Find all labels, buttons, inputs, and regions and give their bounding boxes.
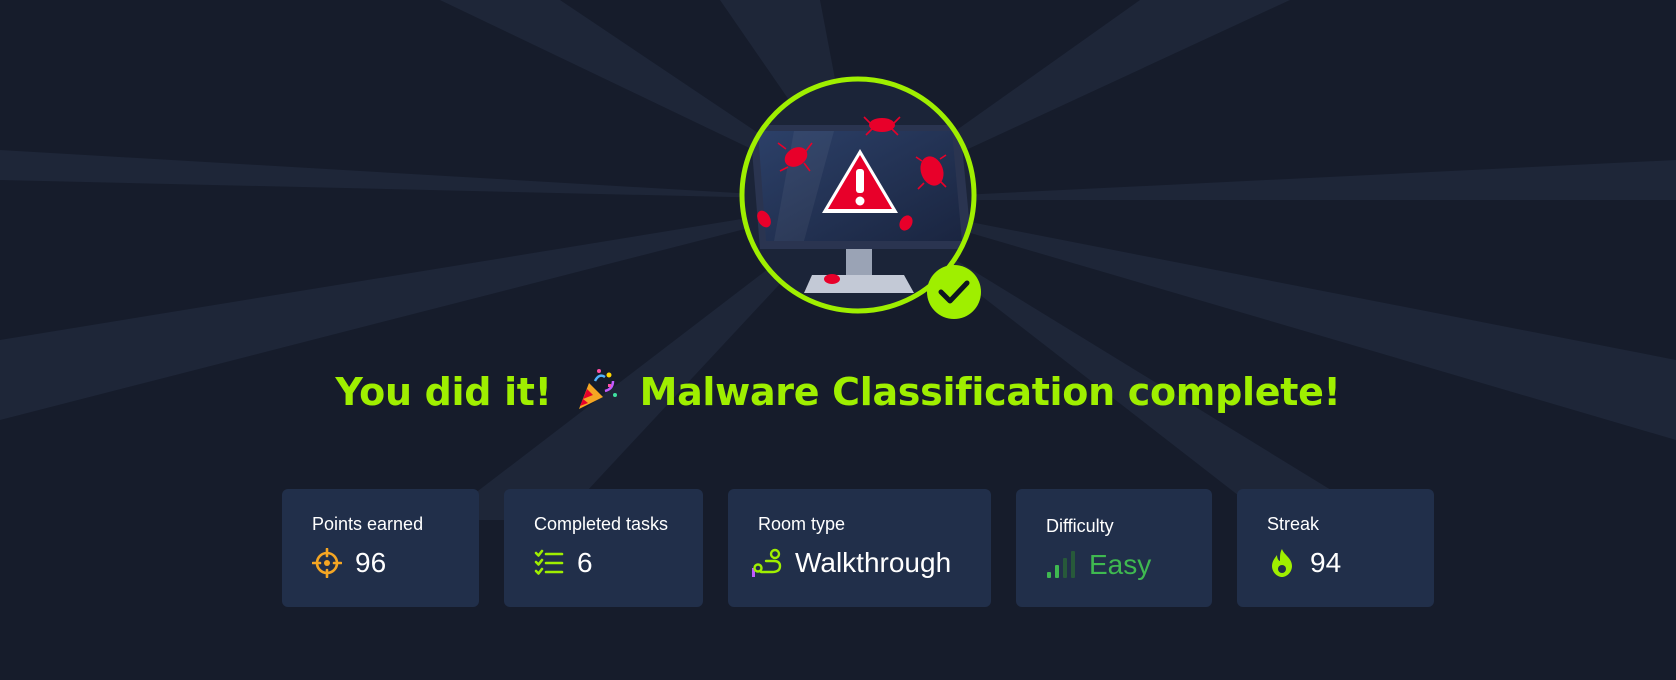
- stat-label: Difficulty: [1046, 516, 1114, 536]
- checklist-icon: [534, 549, 564, 575]
- flame-icon: [1272, 549, 1292, 577]
- complete-check-badge: [927, 265, 981, 319]
- stat-label: Room type: [758, 514, 846, 534]
- stat-card-completed-tasks: Completed tasks 6: [504, 489, 703, 607]
- stat-card-difficulty: Difficulty Easy: [1016, 489, 1212, 607]
- room-badge: [739, 76, 981, 319]
- stat-value: 94: [1310, 547, 1342, 578]
- stat-card-streak: Streak 94: [1237, 489, 1434, 607]
- stat-value: 96: [355, 547, 387, 578]
- stat-label: Points earned: [312, 514, 424, 534]
- stats-row: Points earned 96 Completed tasks 6 Room …: [0, 489, 1676, 607]
- stat-card-room-type: Room type Walkthrough: [728, 489, 991, 607]
- stat-label: Completed tasks: [534, 514, 669, 534]
- stat-label: Streak: [1267, 514, 1320, 534]
- target-icon: [312, 548, 342, 578]
- stat-card-points: Points earned 96: [282, 489, 479, 607]
- heading-room-complete: Malware Classification complete!: [639, 370, 1341, 414]
- signal-bars-icon: [1047, 551, 1075, 578]
- route-icon: [752, 548, 782, 577]
- stat-value: 6: [577, 547, 593, 578]
- completion-heading: You did it! Malware Classification compl…: [0, 366, 1676, 418]
- completion-screen: You did it! Malware Classification compl…: [0, 0, 1676, 680]
- party-popper-icon: [578, 369, 617, 409]
- stat-value: Walkthrough: [795, 547, 952, 578]
- heading-congrats: You did it!: [335, 370, 552, 414]
- stat-value: Easy: [1089, 549, 1152, 580]
